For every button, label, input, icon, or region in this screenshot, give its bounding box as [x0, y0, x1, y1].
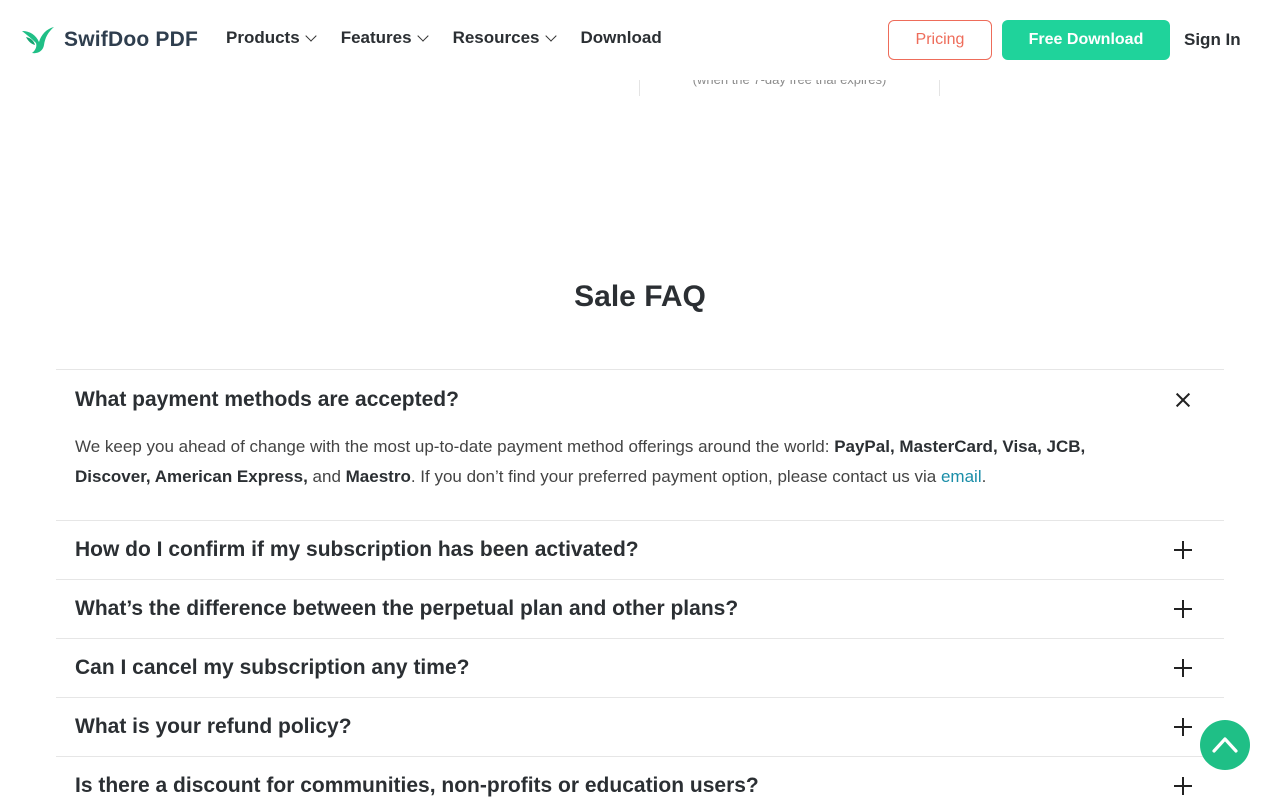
plus-icon[interactable]: [1174, 777, 1192, 795]
faq-question: What is your refund policy?: [75, 715, 352, 738]
method-american-express: American Express: [154, 467, 304, 486]
nav-download[interactable]: Download: [581, 28, 662, 48]
answer-intro: We keep you ahead of change with the mos…: [75, 437, 835, 456]
faq-item-refund-policy: What is your refund policy?: [56, 697, 1224, 756]
free-download-button[interactable]: Free Download: [1002, 20, 1170, 60]
faq-item-payment-methods: What payment methods are accepted? We ke…: [56, 369, 1224, 520]
nav-resources[interactable]: Resources: [452, 28, 557, 48]
chevron-down-icon: [416, 29, 429, 42]
method-maestro: Maestro: [345, 467, 411, 486]
faq-question-toggle[interactable]: What is your refund policy?: [56, 698, 1224, 756]
faq-question: Is there a discount for communities, non…: [75, 774, 759, 797]
faq-heading: Sale FAQ: [574, 280, 706, 313]
brand-name: SwifDoo PDF: [64, 28, 199, 51]
nav-products[interactable]: Products: [226, 28, 317, 48]
faq-question-toggle[interactable]: What payment methods are accepted?: [56, 370, 1224, 430]
plus-icon[interactable]: [1174, 718, 1192, 736]
method-mastercard: MasterCard: [899, 437, 993, 456]
back-to-top-button[interactable]: [1200, 720, 1250, 770]
method-jcb: JCB: [1046, 437, 1081, 456]
faq-list: What payment methods are accepted? We ke…: [56, 369, 1224, 800]
faq-question: Can I cancel my subscription any time?: [75, 656, 470, 679]
faq-question-toggle[interactable]: What’s the difference between the perpet…: [56, 580, 1224, 638]
plus-icon[interactable]: [1174, 659, 1192, 677]
chevron-down-icon: [305, 29, 317, 42]
nav-download-label: Download: [580, 28, 662, 47]
faq-question-toggle[interactable]: Is there a discount for communities, non…: [56, 757, 1224, 800]
nav-resources-label: Resources: [452, 28, 540, 47]
email-link[interactable]: email: [941, 467, 982, 486]
chevron-up-icon: [1212, 737, 1238, 753]
method-visa: Visa: [1002, 437, 1038, 456]
faq-question: What’s the difference between the perpet…: [75, 597, 739, 620]
swift-bird-logo-icon: [22, 27, 54, 54]
plus-icon[interactable]: [1174, 600, 1192, 618]
faq-question-toggle[interactable]: How do I confirm if my subscription has …: [56, 521, 1224, 579]
answer-end: .: [981, 467, 987, 486]
plus-icon[interactable]: [1174, 541, 1192, 559]
answer-and: and: [307, 467, 346, 486]
nav-features-label: Features: [340, 28, 412, 47]
faq-item-cancel-subscription: Can I cancel my subscription any time?: [56, 638, 1224, 697]
main-nav: Products Features Resources Download: [226, 28, 688, 48]
logo[interactable]: SwifDoo PDF: [20, 24, 198, 56]
chevron-down-icon: [544, 29, 557, 42]
method-discover: Discover: [75, 467, 146, 486]
site-header: SwifDoo PDF Products Features Resources …: [0, 0, 1280, 80]
faq-question: How do I confirm if my subscription has …: [75, 538, 639, 561]
faq-question-toggle[interactable]: Can I cancel my subscription any time?: [56, 639, 1224, 697]
faq-item-discount: Is there a discount for communities, non…: [56, 756, 1224, 800]
sign-in-link[interactable]: Sign In: [1184, 30, 1241, 50]
faq-answer: We keep you ahead of change with the mos…: [75, 437, 1086, 486]
answer-outro: . If you don’t find your preferred payme…: [410, 467, 941, 486]
close-icon[interactable]: [1174, 391, 1192, 409]
nav-products-label: Products: [226, 28, 300, 47]
faq-item-subscription-activated: How do I confirm if my subscription has …: [56, 520, 1224, 579]
nav-features[interactable]: Features: [340, 28, 429, 48]
faq-question: What payment methods are accepted?: [75, 388, 459, 411]
pricing-button[interactable]: Pricing: [888, 20, 992, 60]
faq-item-perpetual-plan: What’s the difference between the perpet…: [56, 579, 1224, 638]
method-paypal: PayPal: [834, 437, 890, 456]
